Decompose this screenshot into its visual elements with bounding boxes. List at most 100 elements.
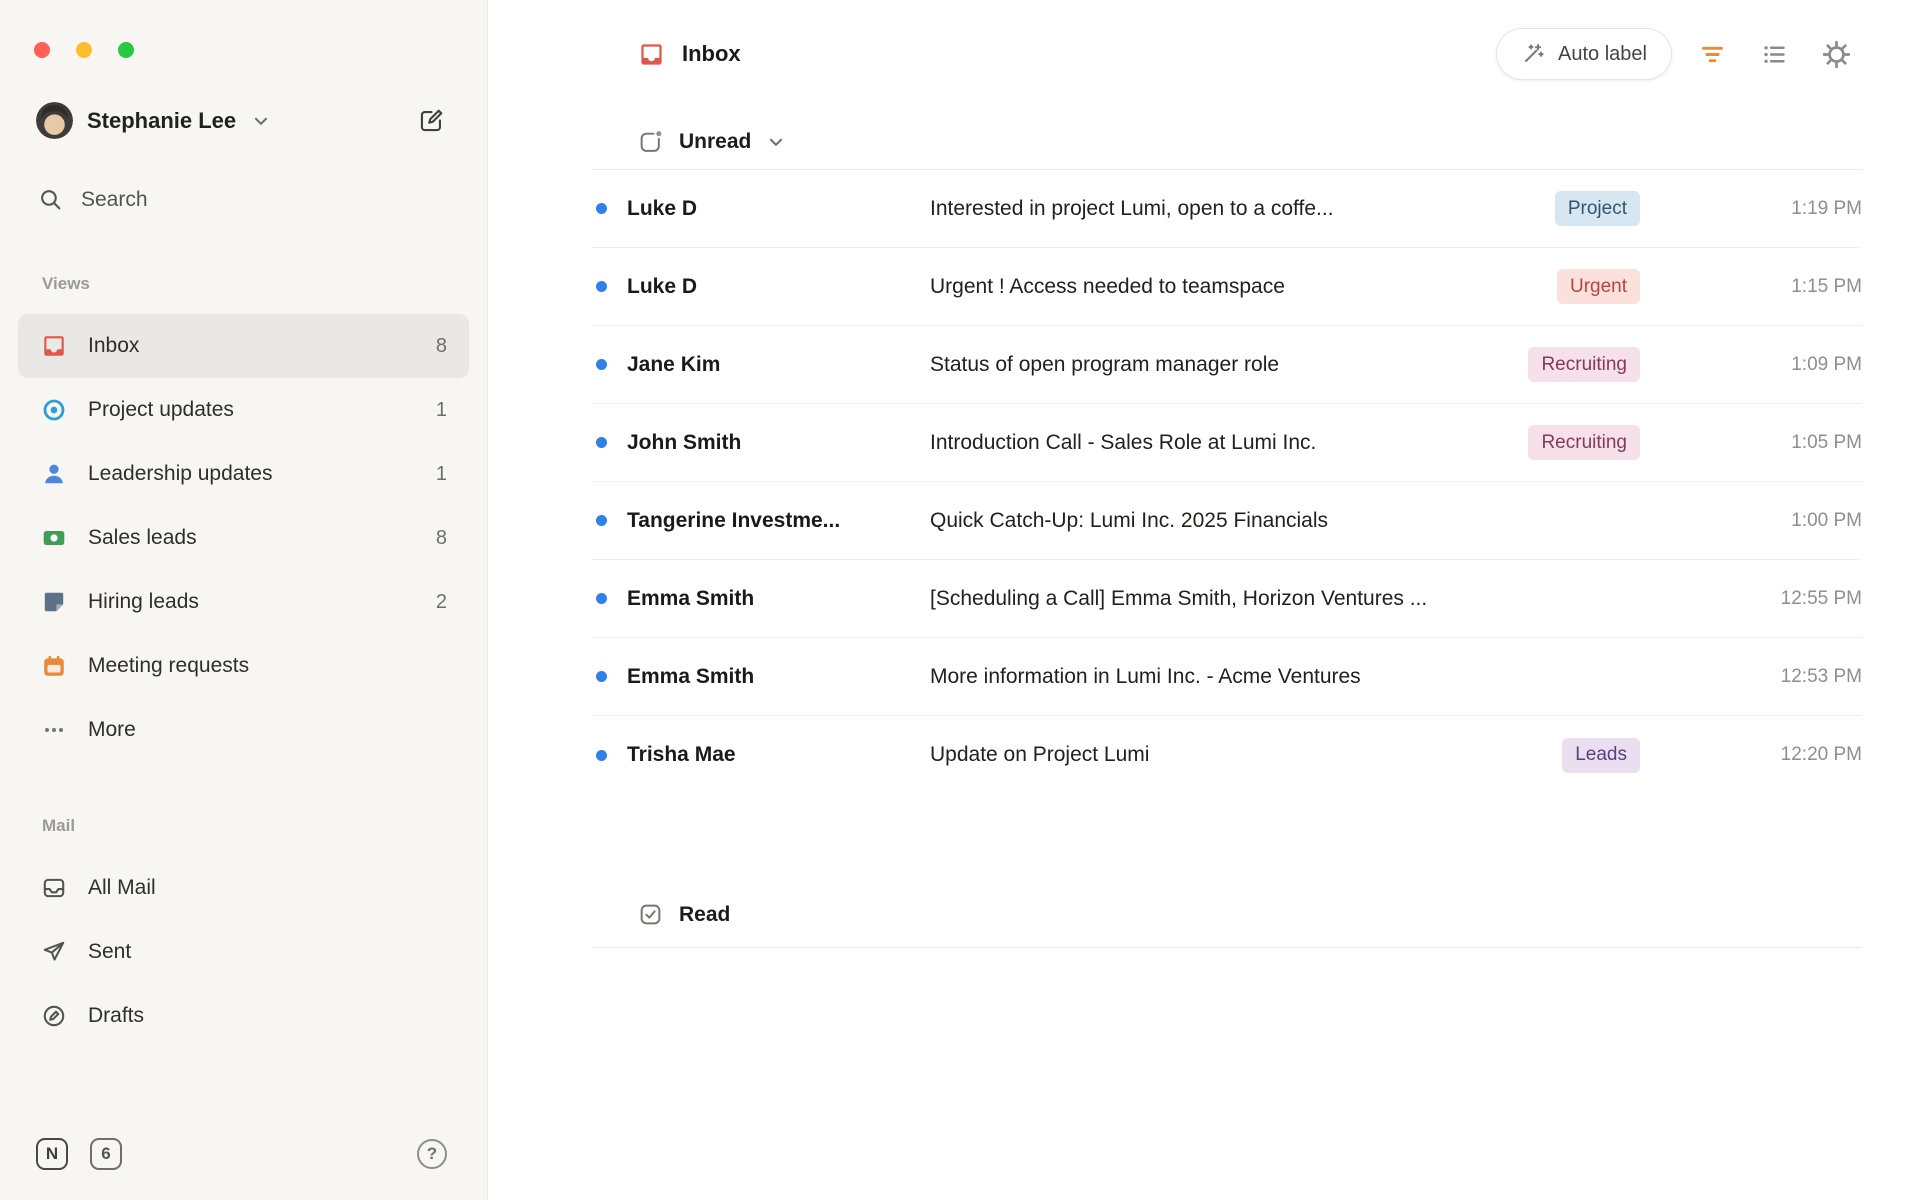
search-icon	[38, 187, 63, 212]
unread-section-header[interactable]: Unread	[592, 114, 1862, 170]
unread-select-icon	[638, 129, 663, 154]
avatar	[36, 102, 73, 139]
email-row[interactable]: Jane Kim Status of open program manager …	[592, 326, 1862, 404]
email-subject: Status of open program manager role	[930, 352, 1280, 376]
email-time: 1:19 PM	[1791, 197, 1862, 219]
unread-dot	[596, 203, 607, 214]
sidebar-item-label: Project updates	[88, 398, 234, 421]
drafts-icon	[40, 1002, 68, 1030]
page-title-label: Inbox	[682, 41, 741, 66]
sidebar-item-more[interactable]: More	[18, 698, 469, 762]
sidebar-item-label: More	[88, 718, 136, 741]
unread-section-label: Unread	[679, 129, 752, 153]
email-row[interactable]: Trisha Mae Update on Project Lumi Leads …	[592, 716, 1862, 794]
list-view-button[interactable]	[1752, 32, 1796, 76]
sidebar-item-hiring-leads[interactable]: Hiring leads 2	[18, 570, 469, 634]
sidebar-item-label: Sent	[88, 940, 132, 963]
sidebar-item-all-mail[interactable]: All Mail	[18, 856, 469, 920]
email-time: 12:53 PM	[1780, 665, 1862, 687]
email-sender: Emma Smith	[627, 664, 755, 688]
read-checkbox-icon	[638, 902, 663, 927]
account-switcher[interactable]: Stephanie Lee	[36, 102, 449, 139]
views-section-label: Views	[42, 274, 90, 293]
sidebar: Stephanie Lee Search Views Inbox 8 Proje…	[0, 0, 488, 1200]
email-time: 1:09 PM	[1791, 353, 1862, 375]
email-row[interactable]: Emma Smith [Scheduling a Call] Emma Smit…	[592, 560, 1862, 638]
sent-icon	[40, 938, 68, 966]
gear-icon	[1822, 40, 1850, 68]
settings-button[interactable]	[1814, 32, 1858, 76]
compose-button[interactable]	[414, 103, 449, 138]
person-icon	[40, 460, 68, 488]
notion-logo-icon[interactable]: N	[36, 1138, 68, 1170]
read-section-header[interactable]: Read	[592, 882, 1862, 948]
mail-section-label: Mail	[42, 816, 76, 835]
sidebar-item-drafts[interactable]: Drafts	[18, 984, 469, 1048]
help-icon[interactable]: ?	[417, 1139, 447, 1169]
unread-count: 8	[435, 334, 447, 357]
filter-button[interactable]	[1690, 32, 1734, 76]
sidebar-item-label: Sales leads	[88, 526, 197, 549]
main-content: Inbox Auto label Unread Luke D Intereste…	[488, 0, 1920, 1200]
auto-label-button[interactable]: Auto label	[1496, 28, 1672, 80]
unread-count: 1	[435, 398, 447, 421]
zoom-window-button[interactable]	[118, 42, 134, 58]
read-section-label: Read	[679, 902, 731, 926]
target-icon	[40, 396, 68, 424]
all-mail-icon	[40, 874, 68, 902]
list-icon	[1761, 41, 1788, 68]
views-nav: Inbox 8 Project updates 1 Leadership upd…	[0, 314, 487, 762]
sidebar-item-sales-leads[interactable]: Sales leads 8	[18, 506, 469, 570]
mail-nav: All Mail Sent Drafts	[0, 856, 487, 1048]
unread-dot	[596, 281, 607, 292]
email-subject: More information in Lumi Inc. - Acme Ven…	[930, 664, 1361, 688]
inbox-icon	[638, 41, 665, 68]
email-row[interactable]: John Smith Introduction Call - Sales Rol…	[592, 404, 1862, 482]
email-tag: Urgent	[1556, 269, 1640, 304]
email-row[interactable]: Emma Smith More information in Lumi Inc.…	[592, 638, 1862, 716]
sidebar-item-meeting-requests[interactable]: Meeting requests	[18, 634, 469, 698]
email-sender: Trisha Mae	[627, 743, 736, 766]
profile-name: Stephanie Lee	[87, 107, 237, 133]
email-sender: Luke D	[627, 274, 698, 298]
unread-dot	[596, 671, 607, 682]
email-subject: [Scheduling a Call] Emma Smith, Horizon …	[930, 586, 1428, 610]
email-list: Luke D Interested in project Lumi, open …	[592, 170, 1862, 794]
note-icon	[40, 588, 68, 616]
email-time: 1:05 PM	[1791, 431, 1862, 453]
unread-dot	[596, 749, 607, 761]
email-time: 12:55 PM	[1780, 587, 1862, 609]
sidebar-item-leadership-updates[interactable]: Leadership updates 1	[18, 442, 469, 506]
email-row[interactable]: Luke D Urgent ! Access needed to teamspa…	[592, 248, 1862, 326]
email-subject: Introduction Call - Sales Role at Lumi I…	[930, 430, 1317, 454]
email-row[interactable]: Tangerine Investme... Quick Catch-Up: Lu…	[592, 482, 1862, 560]
sidebar-item-project-updates[interactable]: Project updates 1	[18, 378, 469, 442]
page-title: Inbox	[638, 41, 741, 68]
email-sender: Luke D	[627, 196, 698, 220]
close-window-button[interactable]	[34, 42, 50, 58]
unread-count: 2	[435, 590, 447, 613]
email-subject: Quick Catch-Up: Lumi Inc. 2025 Financial…	[930, 508, 1329, 532]
calendar-icon	[40, 652, 68, 680]
email-subject: Urgent ! Access needed to teamspace	[930, 274, 1285, 298]
sidebar-item-label: Inbox	[88, 334, 140, 357]
search-button[interactable]: Search	[38, 187, 449, 212]
sidebar-item-inbox[interactable]: Inbox 8	[18, 314, 469, 378]
minimize-window-button[interactable]	[76, 42, 92, 58]
auto-label-button-label: Auto label	[1558, 42, 1647, 65]
email-tag: Project	[1554, 191, 1640, 226]
email-tag: Recruiting	[1528, 425, 1640, 460]
email-sender: John Smith	[627, 430, 742, 454]
sidebar-item-label: All Mail	[88, 876, 156, 899]
sidebar-item-label: Leadership updates	[88, 462, 273, 485]
sidebar-item-sent[interactable]: Sent	[18, 920, 469, 984]
sidebar-item-label: Drafts	[88, 1004, 145, 1027]
calendar-app-icon[interactable]: 6	[90, 1138, 122, 1170]
email-time: 12:20 PM	[1780, 744, 1862, 765]
chevron-down-icon	[252, 112, 270, 130]
header-actions: Auto label	[1496, 28, 1858, 80]
email-subject: Interested in project Lumi, open to a co…	[930, 196, 1334, 220]
email-row[interactable]: Luke D Interested in project Lumi, open …	[592, 170, 1862, 248]
email-sender: Emma Smith	[627, 586, 755, 610]
compose-icon	[418, 107, 445, 134]
